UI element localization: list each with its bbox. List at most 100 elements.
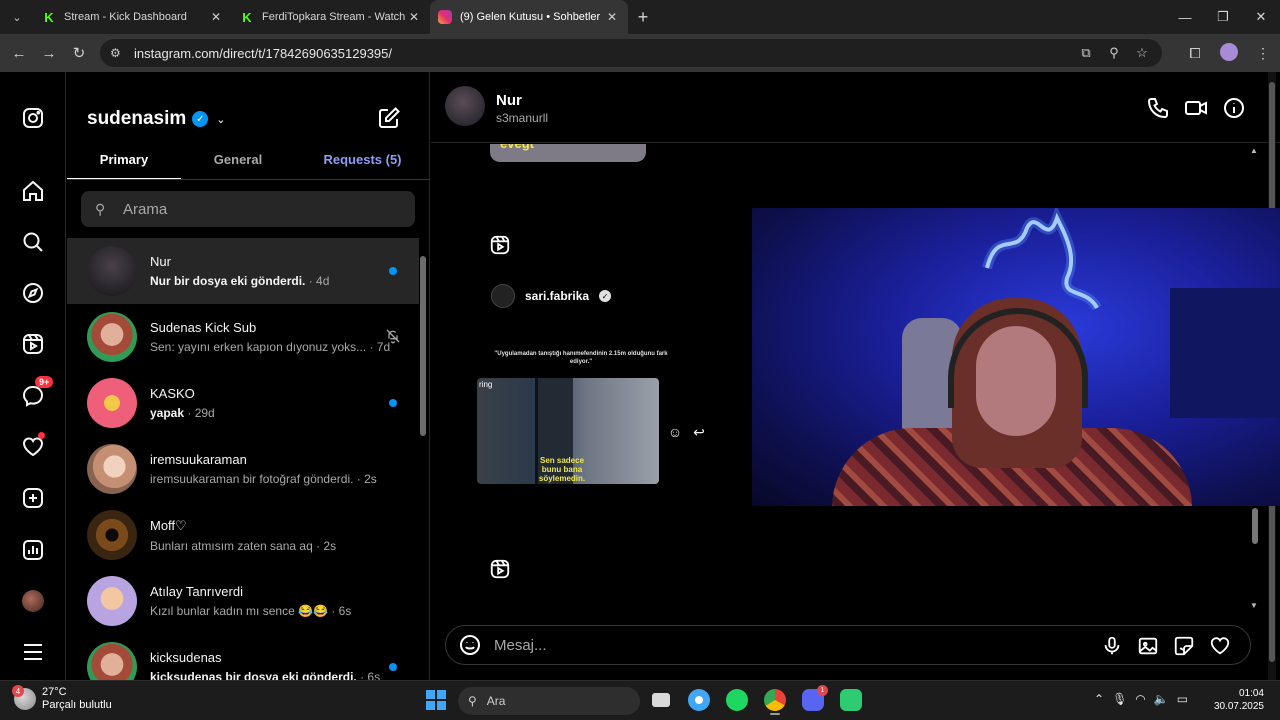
emoji-icon[interactable]	[458, 633, 482, 657]
reply-arrow-icon[interactable]: ↩	[691, 424, 707, 440]
contact-name[interactable]: Nur	[496, 92, 522, 109]
thread-atilay-tanriverdi[interactable]: Atılay Tanrıverdi Kızıl bunlar kadın mı …	[67, 568, 419, 634]
profile-avatar[interactable]	[21, 589, 45, 613]
messenger-icon[interactable]: 9+	[21, 376, 54, 408]
author-name: sari.fabrika	[525, 289, 590, 303]
explore-compass-icon[interactable]	[21, 281, 45, 305]
close-icon[interactable]: ✕	[604, 10, 620, 24]
photo-icon[interactable]	[1136, 634, 1160, 658]
forward-arrow-icon[interactable]: →	[34, 38, 64, 68]
discord-icon[interactable]: 1	[800, 685, 828, 715]
toolbar-right: ⧠ ⋮	[1178, 38, 1280, 68]
tab-general[interactable]: General	[181, 148, 295, 179]
weather-widget[interactable]: 4 27°C Parçalı bulutlu	[12, 685, 112, 712]
header-actions	[1146, 96, 1246, 120]
close-icon[interactable]: ✕	[406, 10, 422, 24]
tab-search-chevron-icon[interactable]: ⌄	[0, 0, 34, 34]
phone-call-icon[interactable]	[1146, 96, 1170, 120]
message-actions: ☺ ↩	[667, 424, 707, 441]
tab-instagram-inbox[interactable]: (9) Gelen Kutusu • Sohbetler ✕	[430, 0, 628, 34]
shared-media-thumbnail[interactable]: evegt	[490, 144, 646, 162]
weather-temperature: 27°C	[42, 686, 67, 698]
system-clock[interactable]: 01:04 30.07.2025	[1214, 687, 1264, 713]
profile-avatar[interactable]	[1212, 42, 1246, 64]
task-view-icon[interactable]	[648, 685, 674, 715]
browser-toolbar: ← → ↻ ⚙ instagram.com/direct/t/178426906…	[0, 34, 1280, 72]
bookmark-star-icon[interactable]: ☆	[1130, 45, 1154, 61]
scroll-up-arrow-icon[interactable]: ▲	[1250, 146, 1258, 155]
url-text[interactable]: instagram.com/direct/t/17842690635129395…	[134, 46, 1074, 61]
insights-chart-icon[interactable]	[21, 538, 45, 562]
start-windows-icon[interactable]	[426, 690, 446, 710]
inbox-tabs: Primary General Requests (5)	[67, 148, 430, 180]
more-menu-icon[interactable]	[21, 640, 45, 664]
like-heart-icon[interactable]	[1208, 634, 1232, 658]
search-icon: ⚲	[95, 200, 106, 217]
scroll-down-arrow-icon[interactable]: ▼	[1250, 601, 1258, 610]
restore-icon[interactable]: ❐	[1204, 0, 1242, 34]
new-message-icon[interactable]	[377, 106, 401, 130]
tab-title: (9) Gelen Kutusu • Sohbetler	[460, 11, 601, 23]
search-input[interactable]	[123, 200, 403, 218]
account-switcher[interactable]: sudenasim ✓ ⌄	[87, 108, 225, 130]
install-app-icon[interactable]: ⧉	[1074, 45, 1098, 61]
browser-menu-icon[interactable]: ⋮	[1246, 45, 1280, 62]
message-input[interactable]	[494, 636, 1074, 654]
sticker-icon[interactable]	[1172, 634, 1196, 658]
streaming-app-icon[interactable]	[838, 685, 864, 715]
battery-icon[interactable]: ▭	[1177, 692, 1188, 706]
thread-nur[interactable]: Nur Nur bir dosya eki gönderdi. · 4d	[67, 238, 419, 304]
avatar	[87, 444, 137, 494]
reload-icon[interactable]: ↻	[64, 38, 94, 68]
create-plus-icon[interactable]	[21, 486, 45, 510]
back-arrow-icon[interactable]: ←	[4, 38, 34, 68]
contact-avatar[interactable]	[445, 86, 485, 126]
tab-requests[interactable]: Requests (5)	[295, 148, 430, 179]
thread-kasko[interactable]: KASKO yapak · 29d	[67, 370, 419, 436]
minimize-icon[interactable]: —	[1166, 0, 1204, 34]
reel-author[interactable]: sari.fabrika ✓	[491, 284, 612, 308]
microphone-in-use-icon[interactable]: 🎙	[1112, 692, 1127, 706]
new-tab-plus-icon[interactable]: +	[628, 7, 658, 28]
wifi-icon[interactable]: ◠	[1135, 692, 1145, 706]
tab-ferditopkara-stream[interactable]: K FerdiTopkara Stream - Watch Li ✕	[232, 0, 430, 34]
thread-moff[interactable]: Moff♡ Bunları atmısım zaten sana aq · 2s	[67, 502, 419, 568]
spotify-icon[interactable]	[724, 685, 750, 715]
thread-time: · 6s	[327, 604, 352, 618]
thread-list-scrollbar[interactable]	[419, 238, 427, 678]
thread-sudenas-kick-sub[interactable]: Sudenas Kick Sub Sen: yayını erken kapıo…	[67, 304, 419, 370]
shared-reel[interactable]: ring Sen sadece bunu bana söylemedin.	[477, 378, 659, 484]
thread-time: · 2s	[353, 472, 377, 486]
chevron-down-icon: ⌄	[216, 113, 226, 126]
app-launcher-icon[interactable]	[686, 685, 712, 715]
composer-actions	[1100, 634, 1232, 658]
close-icon[interactable]: ✕	[208, 10, 224, 24]
volume-icon[interactable]: 🔈	[1154, 692, 1169, 706]
microphone-icon[interactable]	[1100, 634, 1124, 658]
site-info-icon[interactable]: ⚙	[110, 46, 130, 60]
tab-primary[interactable]: Primary	[67, 148, 181, 179]
thread-preview: yapak · 29d	[150, 406, 215, 420]
react-emoji-icon[interactable]: ☺	[667, 424, 683, 440]
windows-taskbar: 4 27°C Parçalı bulutlu ⚲ Ara 1 ⌃ 🎙 ◠ 🔈 ▭	[0, 680, 1280, 720]
tray-chevron-up-icon[interactable]: ⌃	[1094, 692, 1104, 706]
unread-dot	[389, 663, 397, 671]
thread-iremsuukaraman[interactable]: iremsuukaraman iremsuukaraman bir fotoğr…	[67, 436, 419, 502]
window-close-icon[interactable]: ✕	[1242, 0, 1280, 34]
reel-corner-text: ring	[479, 380, 493, 389]
extensions-puzzle-icon[interactable]: ⧠	[1178, 45, 1212, 62]
zoom-icon[interactable]: ⚲	[1102, 45, 1126, 61]
instagram-logo-icon[interactable]	[21, 106, 45, 130]
chrome-icon[interactable]	[762, 685, 788, 715]
thread-kicksudenas[interactable]: kicksudenas kicksudenas bir dosya eki gö…	[67, 634, 419, 680]
tab-kick-dashboard[interactable]: K Stream - Kick Dashboard ✕	[34, 0, 232, 34]
reels-icon[interactable]	[21, 332, 45, 356]
address-bar[interactable]: ⚙ instagram.com/direct/t/178426906351293…	[100, 39, 1162, 67]
taskbar-search[interactable]: ⚲ Ara	[458, 687, 640, 715]
search-icon[interactable]	[21, 230, 45, 254]
video-call-icon[interactable]	[1184, 96, 1208, 120]
address-bar-actions: ⧉ ⚲ ☆	[1074, 45, 1154, 61]
notifications-heart-icon[interactable]	[21, 432, 45, 459]
conversation-info-icon[interactable]	[1222, 96, 1246, 120]
home-icon[interactable]	[21, 179, 45, 203]
